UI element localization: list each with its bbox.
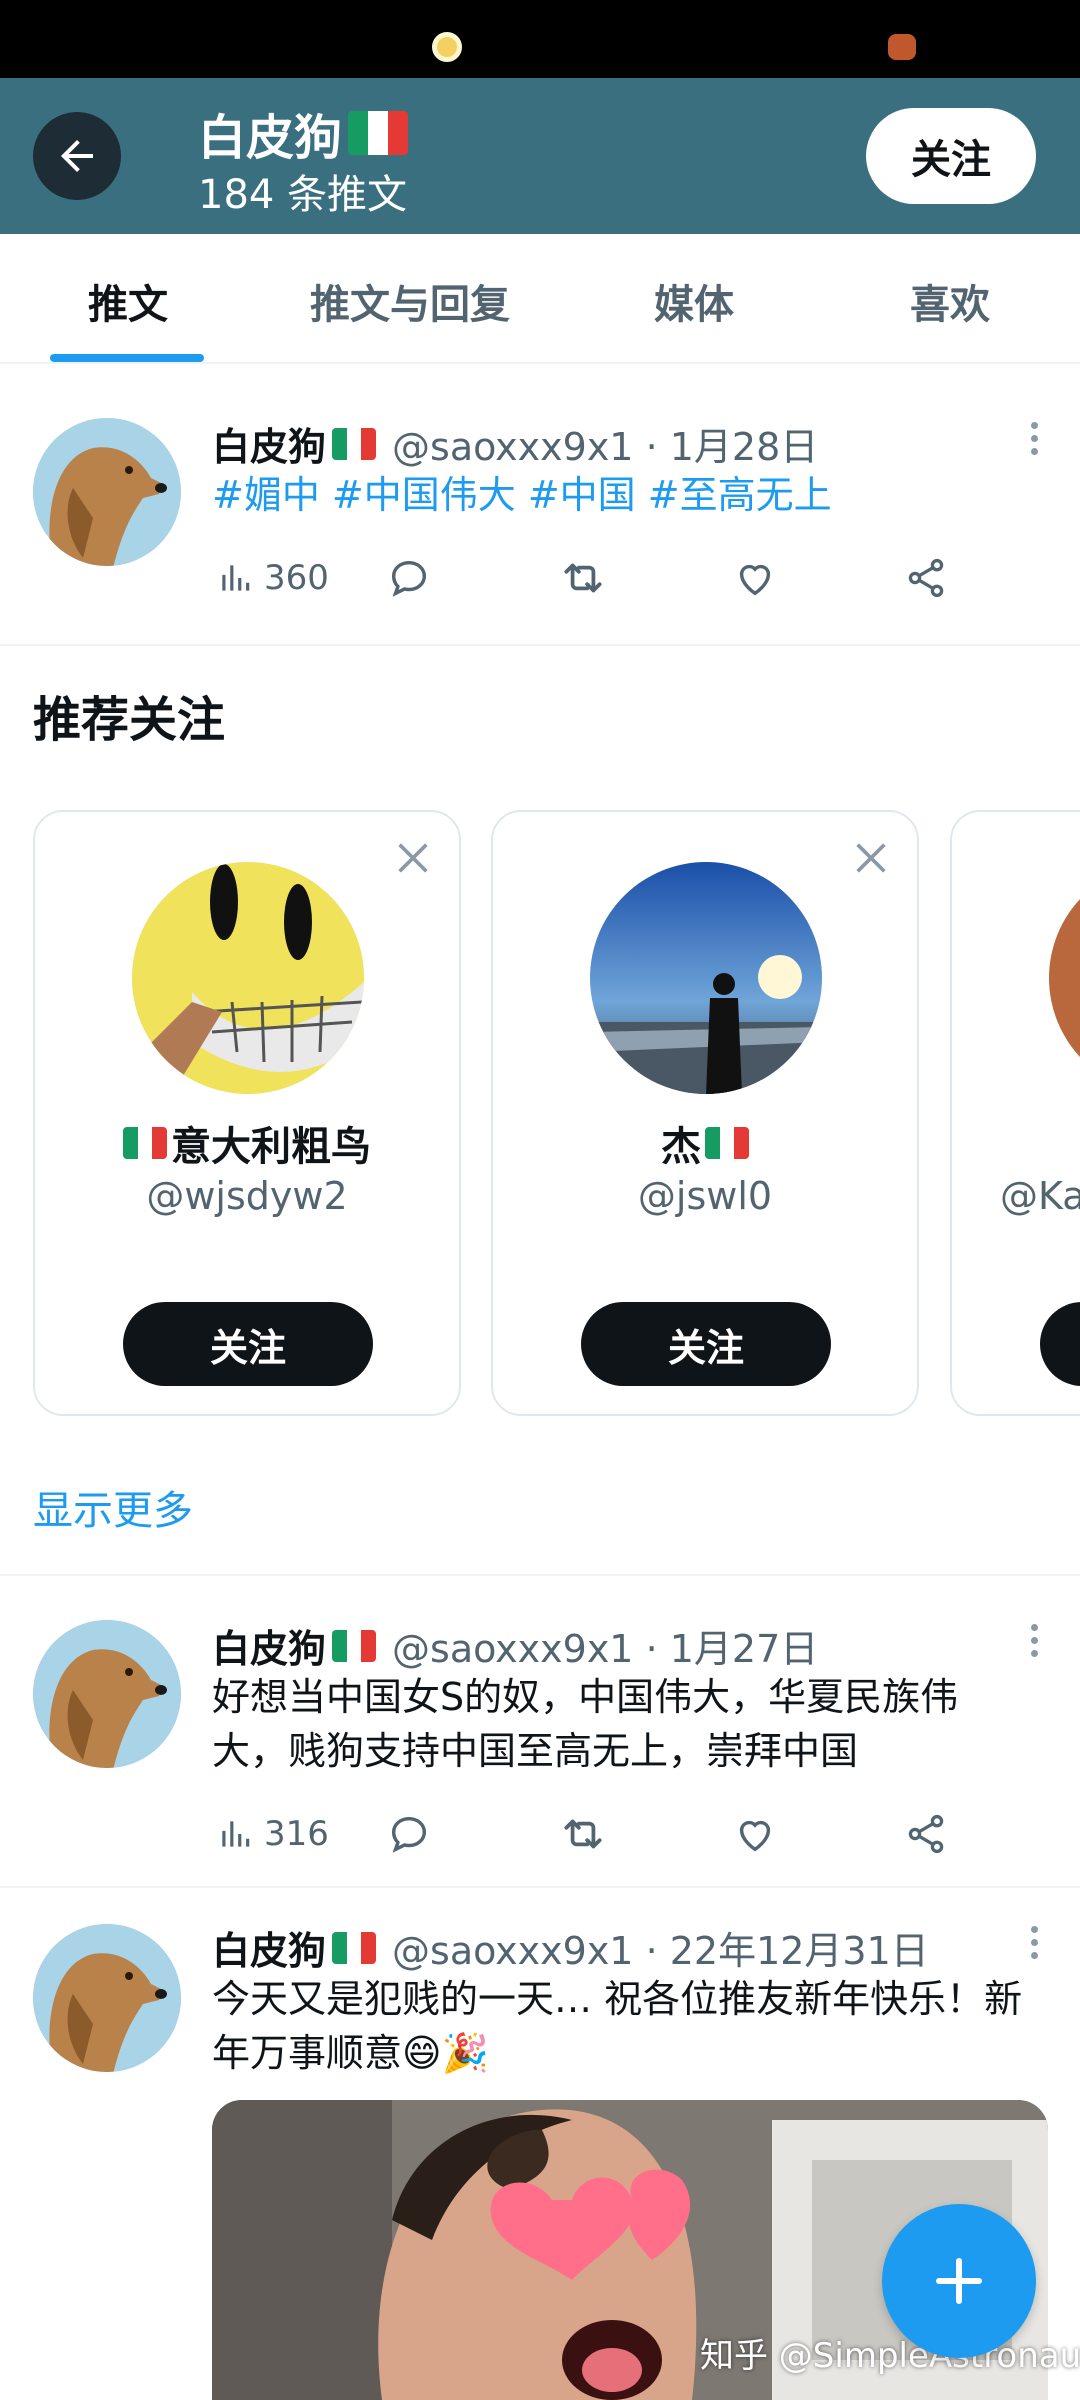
avatar[interactable] [590,862,822,1094]
recommend-name: 意大利粗鸟 [35,1114,459,1172]
italy-flag-icon [332,1629,377,1662]
close-icon[interactable] [393,838,433,878]
tweet-header: 白皮狗 @saoxxx9x1 · 1月28日 [212,416,818,471]
follow-button[interactable]: 关注 [581,1302,831,1386]
tweet-author-name[interactable]: 白皮狗 [212,1618,326,1673]
retweet-icon [564,1819,602,1849]
tweet-author-name[interactable]: 白皮狗 [212,416,326,471]
tweet-header: 白皮狗 @saoxxx9x1 · 1月27日 [212,1618,818,1673]
reply-icon [391,1816,427,1853]
avatar[interactable] [33,1620,181,1768]
tweet-actions: 316 [212,1804,972,1864]
status-bar [0,0,1080,78]
views-icon [222,1821,250,1847]
tweet[interactable]: 白皮狗 @saoxxx9x1 · 1月28日 #媚中 #中国伟大 #中国 #至高… [0,366,1080,646]
follow-button[interactable]: 关注 [866,108,1036,204]
tweet-header: 白皮狗 @saoxxx9x1 · 22年12月31日 [212,1920,929,1975]
tweet-meta: @saoxxx9x1 · 1月27日 [392,1627,819,1671]
italy-flag-icon [705,1127,749,1159]
reply-icon [391,560,427,597]
views-icon [222,565,250,591]
recommend-title: 推荐关注 [33,692,226,748]
smiley-avatar-icon [132,862,364,1094]
views-button[interactable]: 316 [216,1804,329,1864]
like-button[interactable] [732,548,778,608]
dog-avatar-icon [33,418,181,566]
close-icon[interactable] [851,838,891,878]
more-vertical-icon[interactable] [1024,1926,1044,1959]
status-app-icon [888,34,916,60]
tweet-author-name[interactable]: 白皮狗 [212,1920,326,1975]
retweet-icon [564,563,602,593]
tab-media[interactable]: 媒体 [654,272,734,330]
recommend-card[interactable]: @Ka [950,810,1080,1416]
share-icon [908,1814,944,1854]
reply-button[interactable] [386,548,432,608]
italy-flag-icon [123,1127,167,1159]
avatar[interactable] [33,418,181,566]
views-button[interactable]: 360 [216,548,329,608]
show-more-link[interactable]: 显示更多 [33,1478,193,1536]
recommend-card[interactable]: 意大利粗鸟 @wjsdyw2 关注 [33,810,461,1416]
tweet-text[interactable]: 今天又是犯贱的一天… 祝各位推友新年快乐！新年万事顺意😄🎉 [212,1972,1032,2080]
status-indicator-icon [432,32,462,62]
tweet-count: 184 条推文 [198,172,408,218]
follow-button[interactable] [1040,1302,1080,1386]
compose-button[interactable] [882,2204,1036,2358]
italy-flag-icon [348,111,409,155]
tab-likes[interactable]: 喜欢 [910,272,990,330]
like-icon [739,1820,771,1852]
avatar[interactable] [33,1924,181,2072]
tweet[interactable]: 白皮狗 @saoxxx9x1 · 1月27日 好想当中国女S的奴，中国伟大，华夏… [0,1576,1080,1888]
recommend-handle: @Ka [1000,1174,1080,1218]
profile-tabs: 推文 推文与回复 媒体 喜欢 [0,234,1080,364]
dog-avatar-icon [33,1620,181,1768]
like-icon [739,564,771,596]
recommend-handle: @jswl0 [637,1174,773,1218]
retweet-button[interactable] [558,548,608,608]
italy-flag-icon [332,1931,377,1964]
tweet-actions: 360 [212,548,972,608]
recommend-handle: @wjsdyw2 [146,1174,348,1218]
back-arrow-icon [61,140,93,172]
dog-avatar-icon [33,1924,181,2072]
follow-button[interactable]: 关注 [123,1302,373,1386]
tab-tweets-and-replies[interactable]: 推文与回复 [310,272,510,330]
recommend-card[interactable]: 杰 @jswl0 关注 [491,810,919,1416]
tab-tweets[interactable]: 推文 [88,272,168,330]
share-button[interactable] [904,1804,948,1864]
more-vertical-icon[interactable] [1024,1624,1044,1657]
like-button[interactable] [732,1804,778,1864]
retweet-button[interactable] [558,1804,608,1864]
tweet-text[interactable]: 好想当中国女S的奴，中国伟大，华夏民族伟大，贱狗支持中国至高无上，崇拜中国 [212,1670,1032,1778]
views-count: 360 [264,558,329,598]
reply-button[interactable] [386,1804,432,1864]
tweet-meta: @saoxxx9x1 · 1月28日 [392,425,819,469]
sunset-avatar-icon [590,862,822,1094]
more-vertical-icon[interactable] [1024,422,1044,455]
profile-name: 白皮狗 [198,98,409,168]
share-button[interactable] [904,548,948,608]
profile-header: 白皮狗 184 条推文 关注 [0,78,1080,234]
italy-flag-icon [332,427,377,460]
share-icon [908,558,944,598]
active-tab-indicator [50,354,204,362]
back-button[interactable] [33,112,121,200]
watermark-text: 知乎 @SimpleAstronaut [700,2336,1080,2376]
avatar[interactable] [1049,862,1080,1094]
tweet-meta: @saoxxx9x1 · 22年12月31日 [392,1929,929,1973]
tweet-text[interactable]: #媚中 #中国伟大 #中国 #至高无上 [212,468,1032,522]
recommend-name: 杰 [493,1114,917,1172]
views-count: 316 [264,1814,329,1854]
compose-plus-icon [936,2258,982,2304]
avatar[interactable] [132,862,364,1094]
